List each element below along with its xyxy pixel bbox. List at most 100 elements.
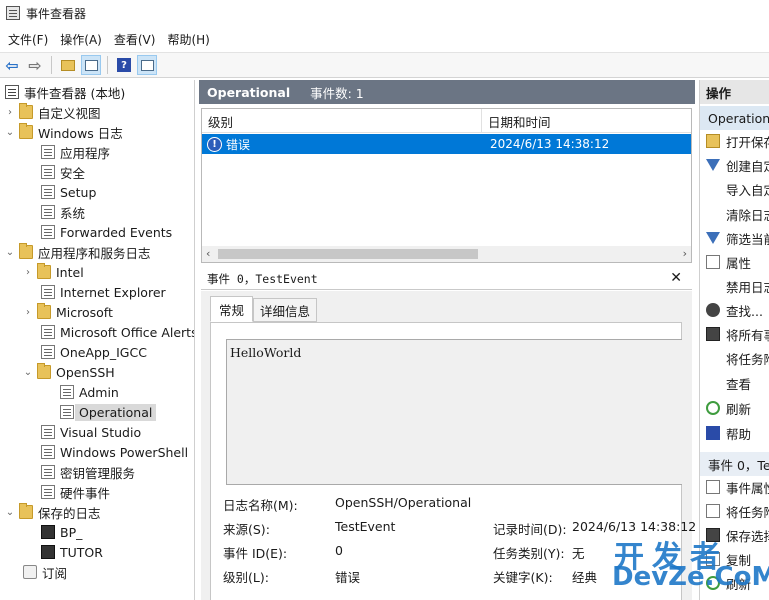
action-view[interactable]: 查看 xyxy=(700,372,769,394)
log-icon xyxy=(41,205,55,219)
level-value: 错误 xyxy=(335,570,361,585)
action-create-custom-view[interactable]: 创建自定义视图... xyxy=(700,154,769,176)
folder-icon xyxy=(19,503,33,519)
menu-help[interactable]: 帮助(H) xyxy=(163,31,217,48)
back-icon[interactable]: ⇦ xyxy=(2,55,22,75)
tree-item-oneapp-igcc[interactable]: OneApp_IGCC xyxy=(38,342,147,362)
log-icon xyxy=(41,225,55,239)
expand-icon[interactable]: › xyxy=(4,107,16,118)
action-save-selected-events[interactable]: 保存选择的事件... xyxy=(700,524,769,546)
log-icon xyxy=(60,385,74,399)
tree-item-saved-bp[interactable]: BP_ xyxy=(38,522,82,542)
tree-item-forwarded-events[interactable]: Forwarded Events xyxy=(38,222,172,242)
log-icon xyxy=(41,165,55,179)
scrollbar-thumb[interactable] xyxy=(218,249,478,259)
tree-item-custom-views[interactable]: › 自定义视图 xyxy=(4,102,101,122)
tree-item-hardware-events[interactable]: 硬件事件 xyxy=(38,482,110,502)
scroll-right-icon[interactable]: › xyxy=(683,247,687,260)
action-refresh[interactable]: 刷新 xyxy=(700,397,769,419)
horizontal-scrollbar[interactable]: ‹ › xyxy=(202,246,691,262)
action-event-properties[interactable]: 事件属性 xyxy=(700,476,769,498)
actions-section-operational[interactable]: Operational xyxy=(700,106,769,130)
task-category-value: 无 xyxy=(572,546,585,561)
help-icon[interactable]: ? xyxy=(114,55,134,75)
menu-view[interactable]: 查看(V) xyxy=(110,31,164,48)
action-refresh-event[interactable]: 刷新 xyxy=(700,572,769,594)
tree-item-openssh-admin[interactable]: Admin xyxy=(57,382,119,402)
tree-item-intel[interactable]: › Intel xyxy=(22,262,84,282)
tree-item-saved-logs[interactable]: ⌄ 保存的日志 xyxy=(4,502,101,522)
show-hide-action-pane-icon[interactable] xyxy=(137,55,157,75)
action-help[interactable]: 帮助 xyxy=(700,422,769,444)
scroll-left-icon[interactable]: ‹ xyxy=(206,247,210,260)
tree-item-security[interactable]: 安全 xyxy=(38,162,85,182)
action-properties[interactable]: 属性 xyxy=(700,251,769,273)
filter-icon xyxy=(706,232,720,244)
keywords-label: 关键字(K): xyxy=(493,570,553,585)
collapse-icon[interactable]: ⌄ xyxy=(4,247,16,258)
expand-icon[interactable]: › xyxy=(22,307,34,318)
tab-details[interactable]: 详细信息 xyxy=(253,298,318,322)
tab-general[interactable]: 常规 xyxy=(210,296,254,322)
column-level[interactable]: 级别 xyxy=(202,109,482,133)
toolbar: ⇦ ⇨ ? xyxy=(0,52,769,78)
menu-file[interactable]: 文件(F) xyxy=(4,31,56,48)
record-time-value: 2024/6/13 14:38:12 xyxy=(572,519,697,534)
task-category-label: 任务类别(Y): xyxy=(493,546,565,561)
row-datetime: 2024/6/13 14:38:12 xyxy=(490,137,610,151)
level-label: 级别(L): xyxy=(223,570,269,585)
event-viewer-app-icon xyxy=(6,6,20,20)
tree-item-saved-tutor[interactable]: TUTOR xyxy=(38,542,103,562)
action-disable-log[interactable]: 禁用日志 xyxy=(700,275,769,297)
action-open-saved-log[interactable]: 打开保存的日志... xyxy=(700,130,769,152)
tree-item-key-management[interactable]: 密钥管理服务 xyxy=(38,462,135,482)
collapse-icon[interactable]: ⌄ xyxy=(22,367,34,378)
tree-item-openssh[interactable]: ⌄ OpenSSH xyxy=(22,362,115,382)
tree-item-internet-explorer[interactable]: Internet Explorer xyxy=(38,282,166,302)
tree-item-subscriptions[interactable]: 订阅 xyxy=(20,562,67,582)
info-icon: ! xyxy=(207,136,222,152)
expand-icon[interactable]: › xyxy=(22,267,34,278)
folder-icon xyxy=(19,103,33,119)
action-find[interactable]: 查找... xyxy=(700,299,769,321)
action-attach-task-to-log[interactable]: 将任务附加到此日志... xyxy=(700,347,769,369)
folder-icon xyxy=(37,303,51,319)
saved-log-icon xyxy=(41,545,55,559)
menu-action[interactable]: 操作(A) xyxy=(56,31,110,48)
tree-item-openssh-operational[interactable]: Operational xyxy=(57,402,157,422)
column-datetime[interactable]: 日期和时间 xyxy=(482,109,691,133)
tree-item-visual-studio[interactable]: Visual Studio xyxy=(38,422,141,442)
log-name-label: 日志名称(M): xyxy=(223,498,298,513)
up-folder-icon[interactable] xyxy=(58,55,78,75)
log-title: Operational xyxy=(207,84,291,100)
tree-item-windows-powershell[interactable]: Windows PowerShell xyxy=(38,442,188,462)
tree-item-root[interactable]: 事件查看器 (本地) xyxy=(2,82,125,102)
tree-item-app-service-logs[interactable]: ⌄ 应用程序和服务日志 xyxy=(4,242,151,262)
log-name-value: OpenSSH/Operational xyxy=(335,495,472,510)
table-row[interactable]: ! 错误 2024/6/13 14:38:12 xyxy=(202,134,691,154)
tree-item-microsoft[interactable]: › Microsoft xyxy=(22,302,113,322)
forward-icon[interactable]: ⇨ xyxy=(25,55,45,75)
collapse-icon[interactable]: ⌄ xyxy=(4,127,16,138)
tree-item-application[interactable]: 应用程序 xyxy=(38,142,110,162)
tree-item-microsoft-office-alerts[interactable]: Microsoft Office Alerts xyxy=(38,322,194,342)
action-clear-log[interactable]: 清除日志... xyxy=(700,203,769,225)
tree-item-setup[interactable]: Setup xyxy=(38,182,96,202)
event-viewer-icon xyxy=(5,85,19,99)
event-message[interactable]: HelloWorld xyxy=(226,339,682,485)
action-attach-task-to-event[interactable]: 将任务附加到此事件... xyxy=(700,500,769,522)
action-save-all-events[interactable]: 将所有事件另存为... xyxy=(700,323,769,345)
row-level: 错误 xyxy=(226,137,251,152)
save-icon xyxy=(706,528,720,542)
action-import-custom-view[interactable]: 导入自定义视图... xyxy=(700,178,769,200)
action-filter-current-log[interactable]: 筛选当前日志... xyxy=(700,227,769,249)
close-icon[interactable]: ✕ xyxy=(670,270,682,286)
show-hide-tree-icon[interactable] xyxy=(81,55,101,75)
tree-item-system[interactable]: 系统 xyxy=(38,202,85,222)
copy-icon xyxy=(706,552,720,566)
tree-item-windows-logs[interactable]: ⌄ Windows 日志 xyxy=(4,122,123,142)
actions-section-event[interactable]: 事件 0，TestEvent xyxy=(700,452,769,476)
collapse-icon[interactable]: ⌄ xyxy=(4,507,16,518)
action-copy[interactable]: 复制 xyxy=(700,548,769,570)
saved-log-icon xyxy=(41,525,55,539)
